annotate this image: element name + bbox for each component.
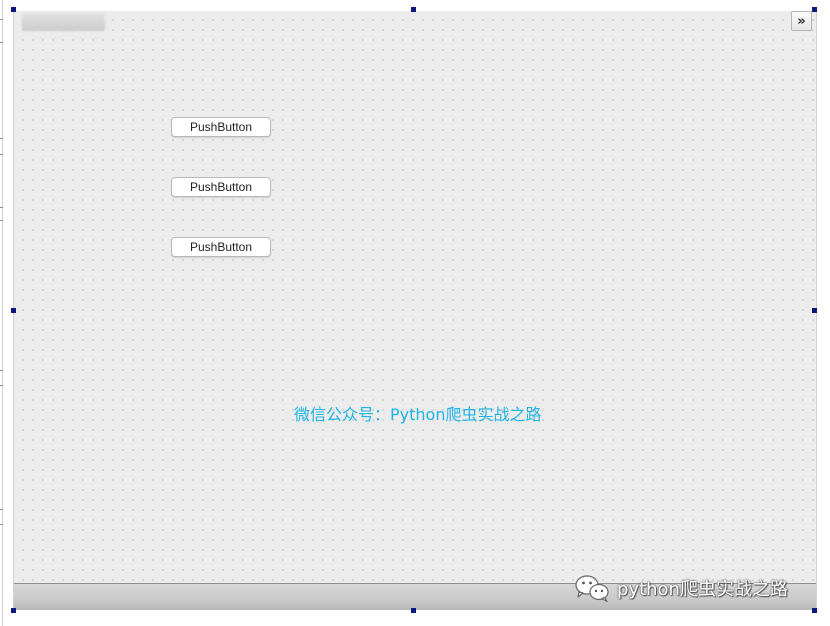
watermark-text: python爬虫实战之路 xyxy=(617,579,788,600)
push-button-3[interactable]: PushButton xyxy=(171,237,271,257)
form-window[interactable]: » PushButton PushButton PushButton 微信公众号… xyxy=(13,11,817,610)
push-button-3-label: PushButton xyxy=(189,240,253,254)
resize-handle-top-left[interactable] xyxy=(11,7,16,12)
resize-handle-top-center[interactable] xyxy=(411,7,416,12)
push-button-1-label: PushButton xyxy=(189,120,253,134)
push-button-2-label: PushButton xyxy=(189,180,253,194)
resize-handle-middle-left[interactable] xyxy=(11,308,16,313)
expand-object-inspector-button[interactable]: » xyxy=(791,11,812,31)
resize-handle-bottom-left[interactable] xyxy=(11,608,16,613)
left-panel-ticks xyxy=(0,0,3,626)
form-title-blurred xyxy=(22,13,105,31)
watermark: python爬虫实战之路 xyxy=(573,573,788,603)
resize-handle-middle-right[interactable] xyxy=(812,308,817,313)
designer-canvas: » PushButton PushButton PushButton 微信公众号… xyxy=(0,0,830,626)
resize-handle-bottom-center[interactable] xyxy=(411,608,416,613)
push-button-2[interactable]: PushButton xyxy=(171,177,271,197)
double-chevron-right-icon: » xyxy=(797,13,806,29)
wechat-icon xyxy=(575,575,609,603)
wechat-account-label[interactable]: 微信公众号：Python爬虫实战之路 xyxy=(294,404,541,426)
push-button-1[interactable]: PushButton xyxy=(171,117,271,137)
resize-handle-bottom-right[interactable] xyxy=(812,608,817,613)
resize-handle-top-right[interactable] xyxy=(812,7,817,12)
